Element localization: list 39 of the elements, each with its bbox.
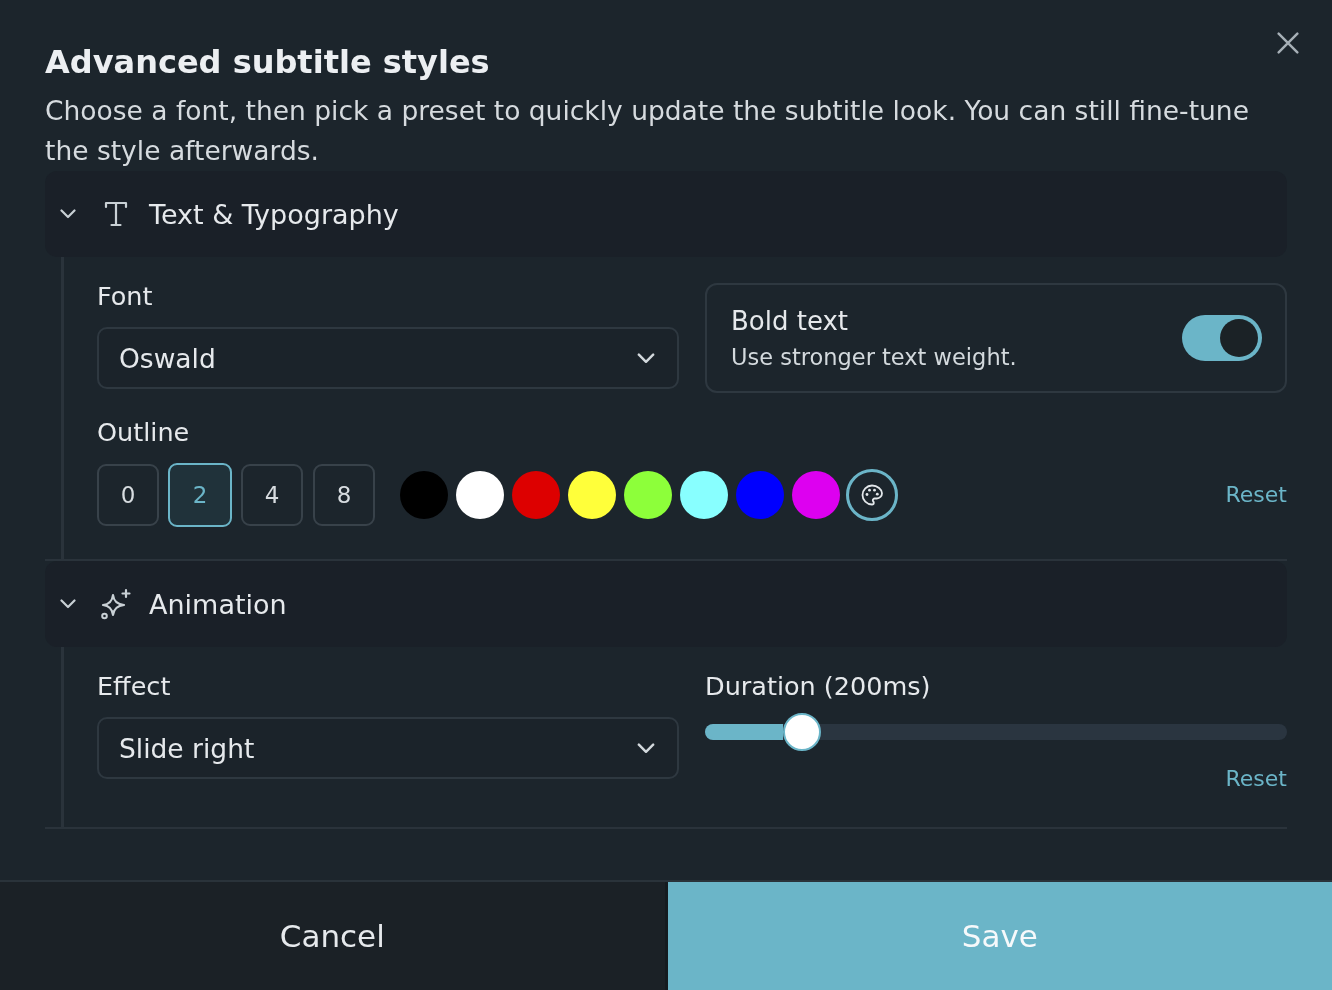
- chevron-icon: [637, 352, 655, 364]
- reset-link[interactable]: Reset: [1225, 764, 1287, 794]
- color-swatch-icon[interactable]: [680, 471, 728, 519]
- color-swatch-icon[interactable]: [736, 471, 784, 519]
- section-header[interactable]: Animation: [45, 561, 1287, 647]
- field-label: Effect: [97, 671, 172, 701]
- chevron-icon: [637, 742, 655, 754]
- dialog-title: Advanced subtitle styles: [45, 42, 491, 82]
- slider-thumb[interactable]: [783, 713, 822, 751]
- outline-width-button[interactable]: 0: [97, 464, 159, 526]
- close-icon: [1277, 32, 1299, 54]
- effect-select[interactable]: Slide right: [97, 717, 679, 779]
- outline-width-button[interactable]: 4: [241, 464, 303, 526]
- color-swatch-icon[interactable]: [792, 471, 840, 519]
- outline-width-button[interactable]: 8: [313, 464, 375, 526]
- color-swatch-icon[interactable]: [400, 471, 448, 519]
- color-swatch-icon[interactable]: [568, 471, 616, 519]
- chevron-icon: [60, 599, 76, 609]
- chevron-icon: [60, 209, 76, 219]
- field-label: Outline: [97, 417, 191, 447]
- color-swatch-icon[interactable]: [456, 471, 504, 519]
- section-header[interactable]: Text & Typography: [45, 171, 1287, 257]
- color-swatch-icon[interactable]: [624, 471, 672, 519]
- custom-color-button[interactable]: [846, 469, 898, 521]
- toggle-switch[interactable]: [1182, 315, 1262, 361]
- color-swatch-icon[interactable]: [512, 471, 560, 519]
- field-label: Duration (200ms): [705, 671, 932, 701]
- dialog-description: Choose a font, then pick a preset to quickly update the subtitle look. You can still fine-tune the style afterwards.: [45, 94, 1250, 168]
- close-button[interactable]: [1277, 32, 1299, 54]
- palette-icon: [860, 483, 884, 507]
- setting-title: Bold text: [731, 306, 850, 336]
- field-label: Font: [97, 281, 154, 311]
- cancel-button[interactable]: Cancel: [0, 882, 665, 990]
- font-select[interactable]: Oswald: [97, 327, 679, 389]
- sparkle-icon: [100, 588, 132, 620]
- setting-description: Use stronger text weight.: [731, 344, 1017, 370]
- text-icon: [104, 201, 128, 227]
- outline-width-button[interactable]: 2: [168, 463, 232, 527]
- reset-link[interactable]: Reset: [1225, 480, 1287, 510]
